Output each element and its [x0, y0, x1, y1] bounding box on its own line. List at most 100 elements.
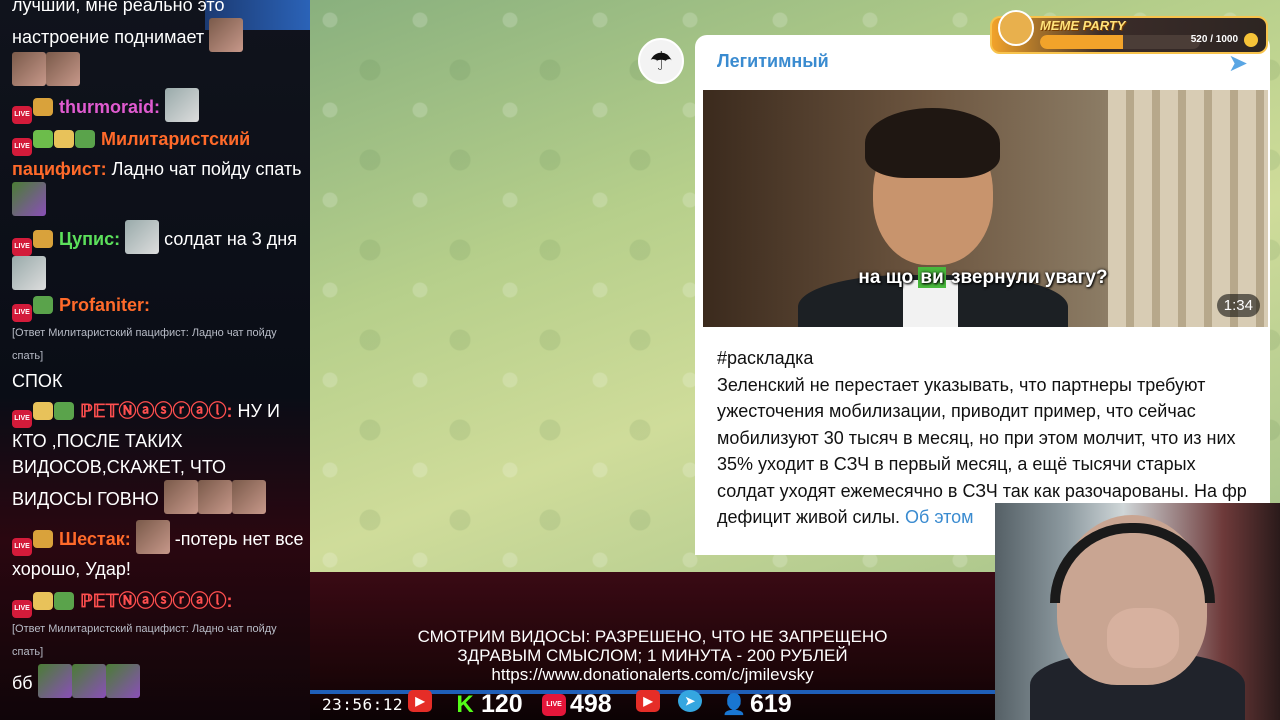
- chat-reply: [Ответ Милитаристский пацифист: Ладно ча…: [12, 623, 277, 658]
- chat-text: лучший, мне реально это настроение подни…: [12, 0, 225, 47]
- sword-badge-icon: [33, 130, 53, 148]
- frog-badge-icon: [54, 402, 74, 420]
- emote-icon: [135, 520, 170, 554]
- chat-nick[interactable]: Profaniter:: [59, 295, 150, 315]
- chat-nick[interactable]: ℙ𝔼𝕋Ⓝⓐⓢⓡⓐⓛ:: [80, 401, 233, 421]
- beer-badge-icon: [33, 592, 53, 610]
- vk-live-icon: LIVE: [542, 693, 566, 716]
- subtitle-post: звернули увагу?: [945, 267, 1108, 288]
- webcam-feed: [995, 503, 1280, 720]
- stream-status-bar: 23:56:12 ▶ K 120 LIVE 498 ▶ ➤ 👤 619: [310, 688, 995, 720]
- live-badge-icon: LIVE: [12, 138, 32, 156]
- emote-icon: [163, 480, 198, 514]
- chat-text: бб: [12, 673, 33, 693]
- viewers-stat: 👤 619: [722, 690, 792, 719]
- emote-icon: [46, 52, 80, 86]
- doge-icon: [998, 10, 1034, 46]
- kick-count: 120: [481, 690, 523, 718]
- headphones-icon: [1050, 523, 1215, 603]
- umbrella-icon: ☂: [649, 45, 673, 76]
- frog-badge-icon: [33, 296, 53, 314]
- video-curtain: [1108, 90, 1268, 327]
- telegram-icon: ➤: [678, 690, 702, 712]
- chat-text: Ладно чат пойду спать: [111, 159, 302, 179]
- chat-panel: лучший, мне реально это настроение подни…: [0, 0, 310, 720]
- telegram-stat: ➤: [678, 690, 702, 712]
- video-person-hair: [865, 108, 1000, 178]
- youtube-icon: ▶: [636, 690, 660, 712]
- viewers-icon: 👤: [721, 694, 747, 716]
- chat-message: LIVE Profaniter: [Ответ Милитаристский п…: [12, 292, 304, 394]
- pepe-emote-icon: [71, 664, 106, 698]
- stream-clock: 23:56:12: [322, 695, 404, 714]
- chat-nick[interactable]: thurmoraid:: [59, 97, 160, 117]
- meme-party-widget: MEME PARTY 520 / 1000: [990, 10, 1268, 54]
- beer-badge-icon: [54, 130, 74, 148]
- live-badge-icon: LIVE: [12, 238, 32, 256]
- emote-icon: [197, 480, 232, 514]
- emote-icon: [12, 52, 46, 86]
- vk-count: 498: [570, 690, 612, 718]
- chat-message: LIVE Милитаристский пацифист: Ладно чат …: [12, 126, 304, 216]
- emote-icon: [231, 480, 266, 514]
- chat-nick[interactable]: Цупис:: [59, 229, 120, 249]
- channel-post: Легитимный ➤ на що ви звернули увагу? 1:…: [695, 35, 1270, 555]
- viewers-count: 619: [750, 690, 792, 718]
- telegram-window: ☂ Легитимный ➤ на що ви звернули увагу? …: [310, 0, 1280, 572]
- frog-badge-icon: [75, 130, 95, 148]
- cat-emote-icon: [165, 88, 200, 122]
- live-badge-icon: LIVE: [12, 304, 32, 322]
- anime-emote-icon: [125, 220, 160, 254]
- youtube-stat: ▶: [408, 690, 432, 712]
- subtitle-pre: на що: [858, 267, 919, 288]
- banner-line-1: СМОТРИМ ВИДОСЫ: РАЗРЕШЕНО, ЧТО НЕ ЗАПРЕЩ…: [417, 627, 888, 646]
- meme-party-count: 520 / 1000: [1190, 34, 1238, 45]
- channel-avatar[interactable]: ☂: [638, 38, 684, 84]
- chat-message: LIVE Цупис: солдат на 3 дня: [12, 220, 304, 290]
- chat-message: LIVE ℙ𝔼𝕋Ⓝⓐⓢⓡⓐⓛ: [Ответ Милитаристский па…: [12, 588, 304, 698]
- live-badge-icon: LIVE: [12, 410, 32, 428]
- banner-line-3: https://www.donationalerts.com/c/jmilevs…: [491, 665, 814, 684]
- streamer-hand: [1107, 608, 1179, 668]
- chat-nick[interactable]: ℙ𝔼𝕋Ⓝⓐⓢⓡⓐⓛ:: [80, 591, 233, 611]
- hamburger-badge-icon: [33, 530, 53, 548]
- channel-name[interactable]: Легитимный: [717, 51, 829, 72]
- video-player[interactable]: на що ви звернули увагу? 1:34: [703, 90, 1268, 327]
- kick-icon: K: [456, 690, 474, 718]
- coin-icon: [1244, 33, 1258, 47]
- banner-line-2: ЗДРАВЫМ СМЫСЛОМ; 1 МИНУТА - 200 РУБЛЕЙ: [457, 646, 848, 665]
- chat-text: СПОК: [12, 371, 63, 391]
- youtube-stat-2: ▶: [636, 690, 660, 712]
- chat-message: LIVE Шестак: -потерь нет все хорошо, Уда…: [12, 520, 304, 582]
- video-subtitle: на що ви звернули увагу?: [853, 265, 1113, 290]
- chat-reply: [Ответ Милитаристский пацифист: Ладно ча…: [12, 327, 277, 362]
- read-more-link[interactable]: Об этом: [905, 507, 974, 527]
- hamburger-badge-icon: [33, 98, 53, 116]
- meme-party-progress: [1040, 35, 1200, 49]
- anime-emote-icon: [12, 256, 46, 290]
- chat-nick[interactable]: Шестак:: [59, 529, 131, 549]
- chat-message: LIVE thurmoraid:: [12, 88, 304, 124]
- post-body: Зеленский не перестает указывать, что па…: [717, 374, 1247, 501]
- live-badge-icon: LIVE: [12, 538, 32, 556]
- chat-message: LIVE ℙ𝔼𝕋Ⓝⓐⓢⓡⓐⓛ: НУ И КТО ,ПОСЛЕ ТАКИХ ВИ…: [12, 398, 304, 514]
- beer-badge-icon: [33, 402, 53, 420]
- youtube-icon: ▶: [408, 690, 432, 712]
- video-duration: 1:34: [1216, 294, 1260, 317]
- post-tail: дефицит живой силы.: [717, 507, 901, 527]
- gift-badge-icon: [33, 230, 53, 248]
- meme-party-progress-fill: [1040, 35, 1124, 49]
- meme-party-title: MEME PARTY: [1040, 18, 1126, 33]
- pepe-emote-icon: [37, 664, 72, 698]
- donation-banner: СМОТРИМ ВИДОСЫ: РАЗРЕШЕНО, ЧТО НЕ ЗАПРЕЩ…: [310, 627, 995, 684]
- post-hashtag[interactable]: #раскладка: [717, 345, 1257, 372]
- kick-stat: K 120: [453, 690, 523, 719]
- pepe-emote-icon: [12, 182, 46, 216]
- emote-icon: [209, 18, 244, 52]
- subtitle-highlight: ви: [918, 267, 946, 288]
- vk-stat: LIVE 498: [542, 690, 612, 719]
- chat-text: солдат на 3 дня: [164, 229, 297, 249]
- live-badge-icon: LIVE: [12, 600, 32, 618]
- pepe-emote-icon: [105, 664, 140, 698]
- live-badge-icon: LIVE: [12, 106, 32, 124]
